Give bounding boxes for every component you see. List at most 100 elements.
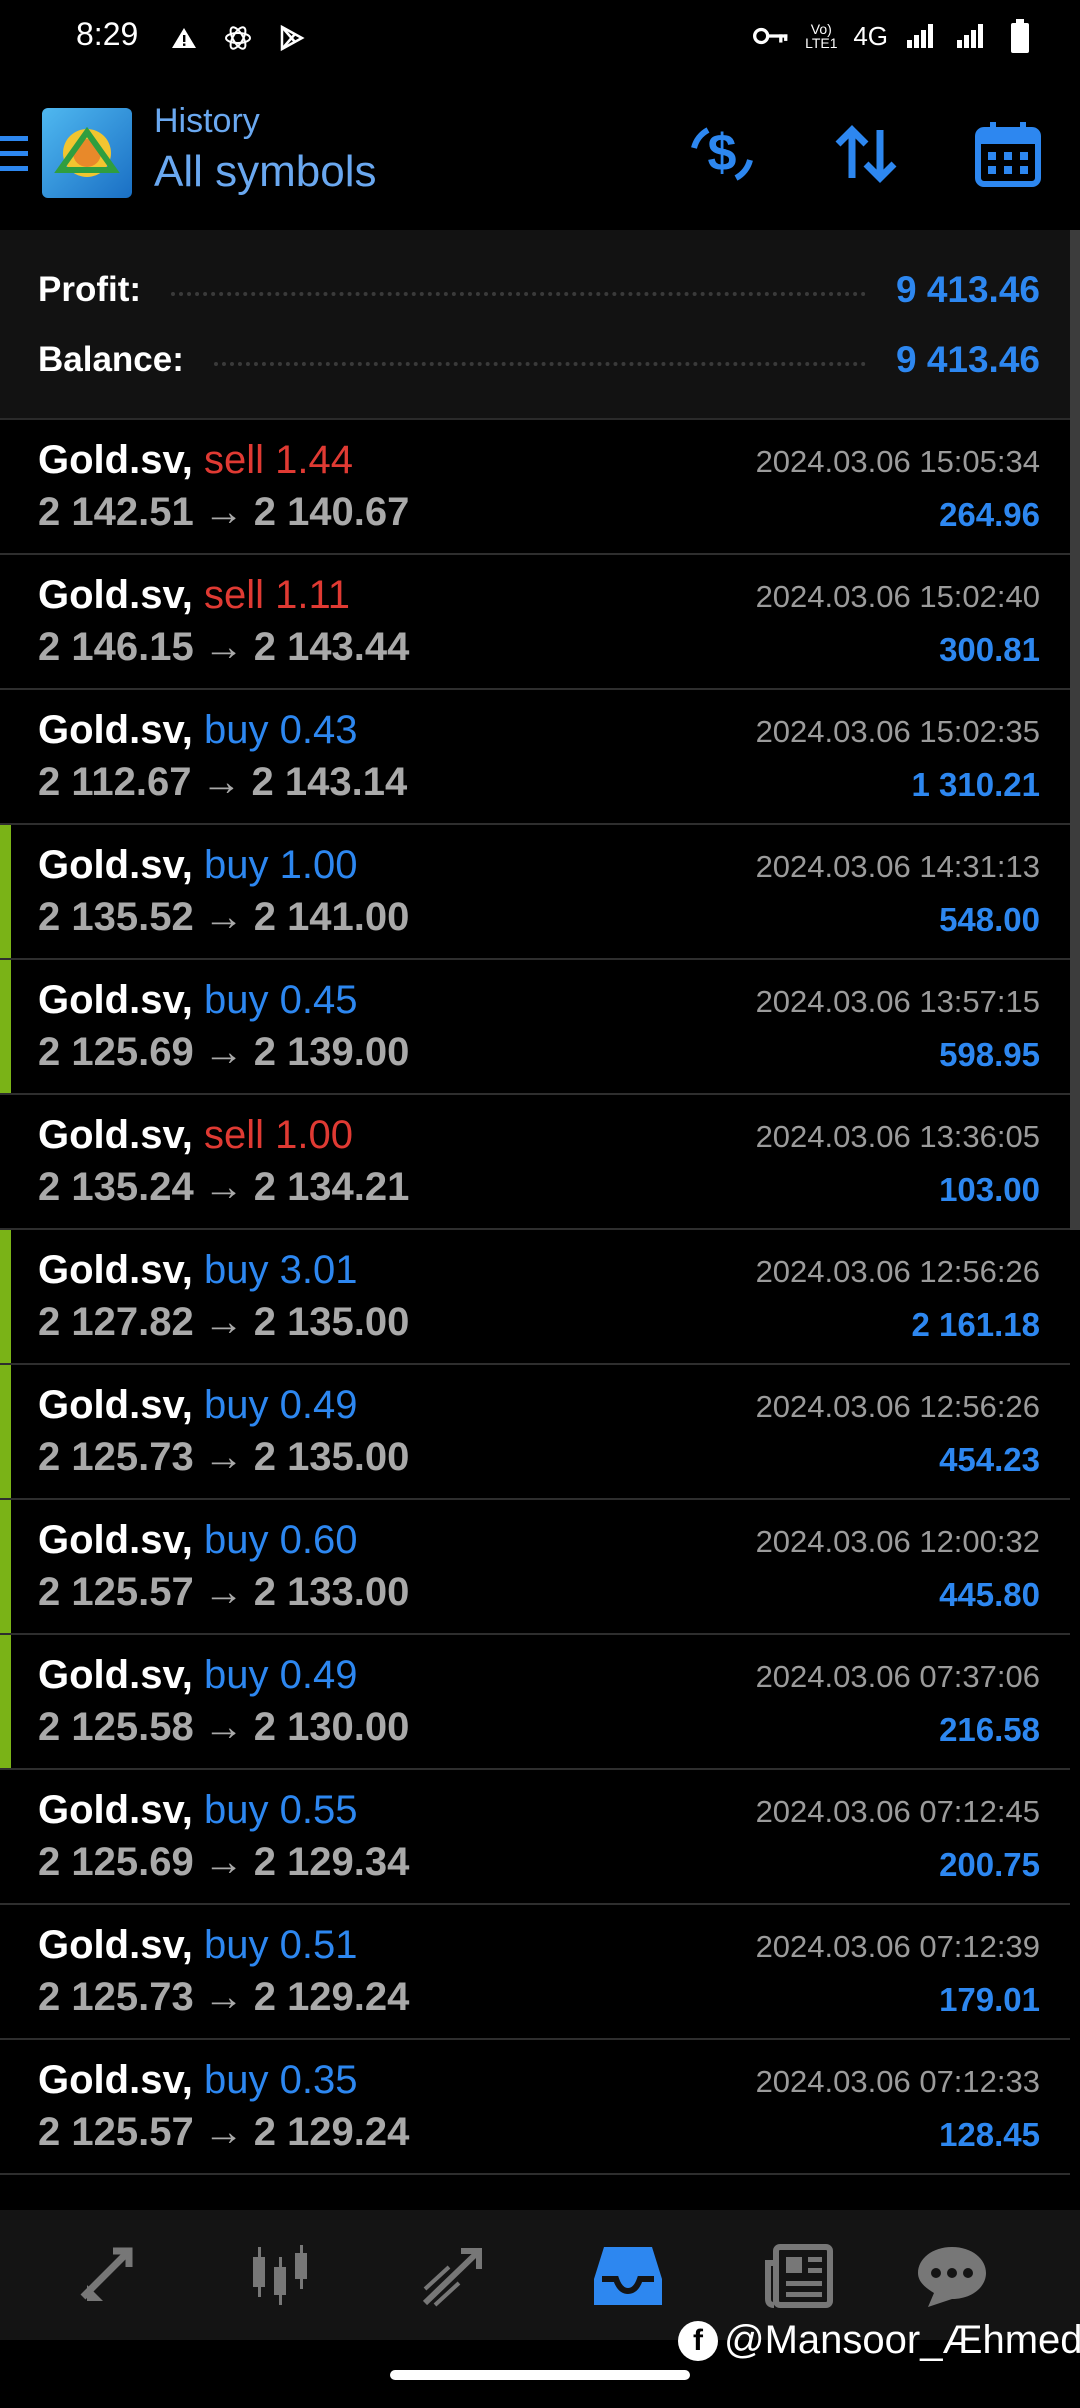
deal-symbol: Gold.sv, [38, 1788, 193, 1832]
deal-profit: 1 310.21 [911, 766, 1040, 803]
app-header: History All symbols $ [0, 78, 1080, 228]
header-title[interactable]: All symbols [154, 147, 377, 197]
deal-volume: 0.49 [279, 1653, 358, 1697]
deal-type: buy [203, 1383, 269, 1427]
header-titles: History All symbols [154, 102, 377, 197]
status-system-icons: Vo) LTE1 4G [753, 18, 1038, 54]
deal-row[interactable]: Gold.sv, sell 1.00 2 135.24 → 2 134.21 2024.… [0, 1095, 1070, 1230]
deal-time: 2024.03.06 15:05:34 [755, 444, 1040, 479]
deal-open-price: 2 125.57 [38, 1570, 194, 1614]
dot-leader [171, 292, 866, 296]
signal-icon-2 [952, 18, 988, 54]
deal-open-price: 2 125.57 [38, 2110, 194, 2154]
deal-prices: 2 125.58 → 2 130.00 [38, 1705, 409, 1750]
svg-text:$: $ [708, 124, 737, 182]
deal-header: Gold.sv, buy 0.49 [38, 1653, 357, 1698]
quotes-icon [80, 2247, 133, 2301]
deal-volume: 0.45 [279, 978, 358, 1022]
deal-close-price: 2 141.00 [253, 895, 410, 939]
nav-news-button[interactable] [758, 2234, 842, 2318]
deal-time: 2024.03.06 07:12:39 [755, 1929, 1040, 1964]
deal-row[interactable]: Gold.sv, buy 0.60 2 125.57 → 2 133.00 2024.0… [0, 1500, 1070, 1635]
deal-row[interactable]: Gold.sv, sell 1.44 2 142.51 → 2 140.67 2024.… [0, 420, 1070, 555]
deal-volume: 1.00 [275, 1113, 353, 1157]
deal-prices: 2 142.51 → 2 140.67 [38, 490, 409, 535]
deal-row[interactable]: Gold.sv, buy 1.00 2 135.52 → 2 141.00 2024.0… [0, 825, 1070, 960]
menu-icon[interactable] [0, 134, 30, 174]
deal-symbol: Gold.sv, [38, 1923, 193, 1967]
nav-trade-button[interactable] [412, 2234, 496, 2318]
deals-list[interactable]: Gold.sv, sell 1.44 2 142.51 → 2 140.67 2024.… [0, 420, 1070, 2210]
deal-volume: 0.55 [279, 1788, 358, 1832]
play-store-icon [274, 20, 310, 56]
deal-profit: 128.45 [939, 2116, 1040, 2153]
deal-open-price: 2 146.15 [38, 625, 194, 669]
nav-history-button[interactable] [586, 2234, 670, 2318]
deal-time: 2024.03.06 07:37:06 [755, 1659, 1040, 1694]
deal-header: Gold.sv, buy 3.01 [38, 1248, 357, 1293]
deal-type: buy [203, 1248, 269, 1292]
deal-prices: 2 125.57 → 2 129.24 [38, 2110, 409, 2155]
deal-prices: 2 125.73 → 2 129.24 [38, 1975, 409, 2020]
deal-header: Gold.sv, sell 1.44 [38, 438, 353, 483]
volte-icon: Vo) LTE1 [805, 21, 838, 51]
deal-close-price: 2 134.21 [253, 1165, 410, 1209]
balance-row: Balance: 9 413.46 [38, 330, 1040, 390]
sort-button[interactable] [830, 118, 902, 190]
deal-row[interactable]: Gold.sv, buy 0.35 2 125.57 → 2 129.24 2024.0… [0, 2040, 1070, 2175]
arrow-right-icon: → [203, 2110, 244, 2154]
signal-icon-1 [902, 18, 938, 54]
deal-row[interactable]: Gold.sv, buy 3.01 2 127.82 → 2 135.00 2024.0… [0, 1230, 1070, 1365]
header-subtitle: History [154, 102, 260, 140]
warning-icon [166, 20, 202, 56]
deal-profit: 598.95 [939, 1036, 1040, 1073]
deal-profit: 454.23 [939, 1441, 1040, 1478]
nav-chart-button[interactable] [238, 2234, 322, 2318]
deal-prices: 2 125.69 → 2 139.00 [38, 1030, 409, 1075]
status-bar: 8:29 Vo) LTE1 4G [0, 0, 1080, 78]
deal-profit: 179.01 [939, 1981, 1040, 2018]
deal-symbol: Gold.sv, [38, 2058, 193, 2102]
deal-profit: 200.75 [939, 1846, 1040, 1883]
deal-prices: 2 112.67 → 2 143.14 [38, 760, 407, 805]
calendar-button[interactable] [972, 118, 1044, 190]
nav-quotes-button[interactable] [66, 2234, 150, 2318]
calendar-icon [975, 122, 1041, 187]
deal-profit: 216.58 [939, 1711, 1040, 1748]
deal-type: sell [203, 1113, 264, 1157]
deal-open-price: 2 125.73 [38, 1975, 194, 2019]
deal-volume: 1.00 [279, 843, 358, 887]
deal-header: Gold.sv, buy 1.00 [38, 843, 357, 888]
deal-volume: 0.35 [279, 2058, 358, 2102]
deal-open-price: 2 135.24 [38, 1165, 194, 1209]
deal-symbol: Gold.sv, [38, 978, 193, 1022]
scrollbar[interactable] [1070, 230, 1080, 1230]
nav-messages-button[interactable] [910, 2234, 994, 2318]
app-logo[interactable] [42, 108, 132, 198]
messages-icon [918, 2247, 986, 2307]
deal-row[interactable]: Gold.sv, buy 0.49 2 125.73 → 2 135.00 2024.0… [0, 1365, 1070, 1500]
deal-time: 2024.03.06 12:00:32 [755, 1524, 1040, 1559]
deal-row[interactable]: Gold.sv, buy 0.49 2 125.58 → 2 130.00 2024.0… [0, 1635, 1070, 1770]
deal-type: sell [203, 573, 264, 617]
arrow-right-icon: → [203, 625, 244, 669]
deal-prices: 2 127.82 → 2 135.00 [38, 1300, 409, 1345]
deal-type: buy [203, 1518, 269, 1562]
deal-row[interactable]: Gold.sv, buy 0.55 2 125.69 → 2 129.34 2024.0… [0, 1770, 1070, 1905]
chart-icon [253, 2245, 307, 2305]
profit-label: Profit: [38, 270, 142, 309]
deal-close-price: 2 135.00 [253, 1300, 410, 1344]
arrow-right-icon: → [203, 1570, 244, 1614]
home-indicator[interactable] [390, 2370, 690, 2380]
deal-row[interactable]: Gold.sv, sell 1.11 2 146.15 → 2 143.44 2024.… [0, 555, 1070, 690]
deal-row[interactable]: Gold.sv, buy 0.51 2 125.73 → 2 129.24 2024.0… [0, 1905, 1070, 2040]
deal-header: Gold.sv, buy 0.35 [38, 2058, 357, 2103]
deal-prices: 2 146.15 → 2 143.44 [38, 625, 409, 670]
deal-row[interactable]: Gold.sv, buy 0.45 2 125.69 → 2 139.00 2024.0… [0, 960, 1070, 1095]
arrow-right-icon: → [203, 1705, 244, 1749]
balance-label: Balance: [38, 340, 184, 379]
currency-filter-button[interactable]: $ [686, 118, 758, 190]
deal-row[interactable]: Gold.sv, buy 0.43 2 112.67 → 2 143.14 2024.0… [0, 690, 1070, 825]
deal-volume: 0.43 [279, 708, 358, 752]
arrow-right-icon: → [203, 1300, 244, 1344]
